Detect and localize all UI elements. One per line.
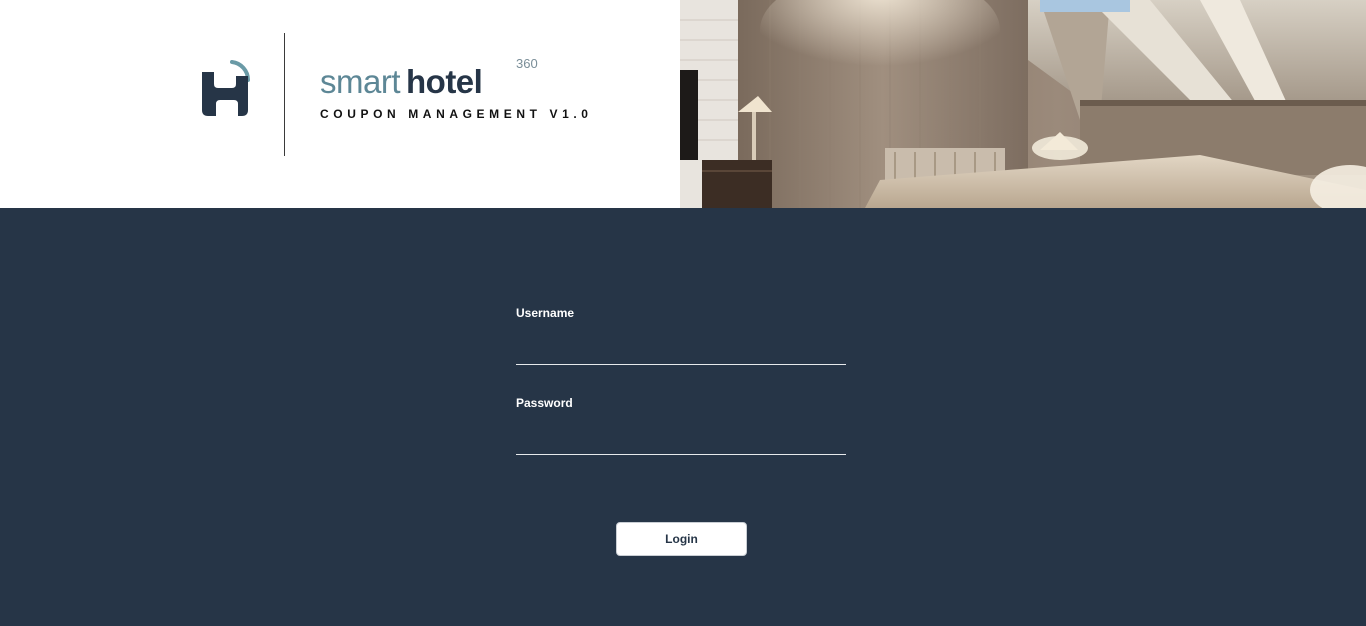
username-label: Username: [516, 306, 575, 320]
header-divider: [284, 33, 285, 156]
hotel-room-photo: [680, 0, 1366, 208]
brand-title: smart hotel: [320, 62, 483, 102]
brand-word-hotel: hotel: [406, 63, 483, 100]
brand-word-smart: smart: [320, 63, 401, 100]
login-button[interactable]: Login: [616, 522, 747, 556]
smarthotel-logo-icon: [198, 60, 254, 120]
header: smart hotel 360 COUPON MANAGEMENT V1.0: [0, 0, 1366, 208]
login-page: smart hotel 360 COUPON MANAGEMENT V1.0 U…: [0, 0, 1366, 626]
app-subtitle: COUPON MANAGEMENT V1.0: [320, 107, 593, 121]
username-input[interactable]: [516, 338, 846, 365]
password-input[interactable]: [516, 428, 846, 455]
brand-panel: smart hotel 360 COUPON MANAGEMENT V1.0: [0, 0, 680, 208]
password-label: Password: [516, 396, 573, 410]
brand-superscript: 360: [516, 56, 538, 71]
